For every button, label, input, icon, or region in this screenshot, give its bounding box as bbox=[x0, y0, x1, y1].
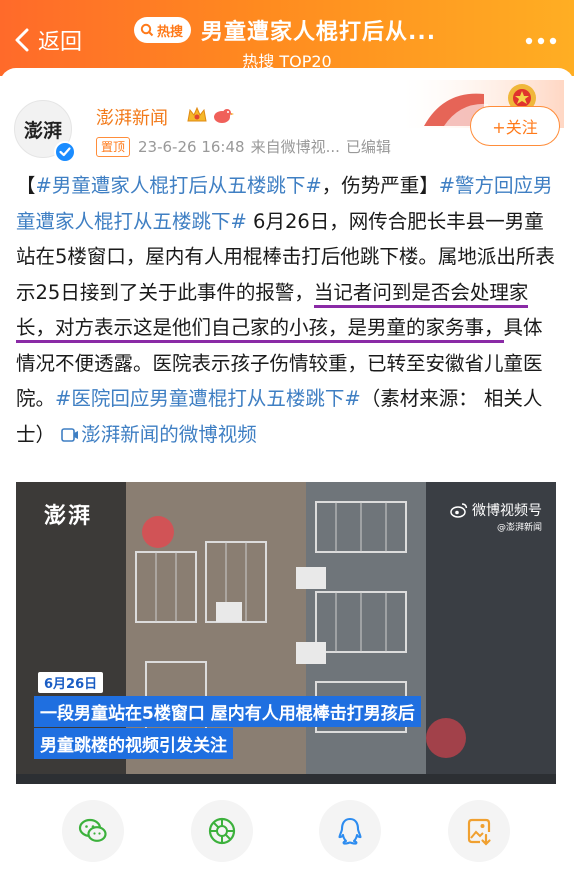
post-card: 澎湃 澎湃新闻 +关注 置顶 23-6-26 16:48 来自微博视... 已编… bbox=[0, 68, 574, 887]
weibo-icon bbox=[450, 503, 468, 518]
post-meta: 置顶 23-6-26 16:48 来自微博视... 已编辑 bbox=[96, 136, 391, 157]
save-image-button[interactable] bbox=[448, 800, 510, 862]
video-watermark-logo: 澎湃 bbox=[44, 503, 93, 529]
hot-badge-label: 热搜 bbox=[157, 24, 184, 40]
crown-icon bbox=[187, 106, 207, 122]
save-image-icon bbox=[467, 818, 491, 846]
video-icon bbox=[61, 427, 79, 442]
video-link-label: 澎湃新闻的微博视频 bbox=[81, 422, 257, 446]
hashtag-link[interactable]: #医院回应男童遭棍打从五楼跳下# bbox=[55, 387, 361, 410]
follow-button[interactable]: +关注 bbox=[470, 106, 560, 146]
moments-icon bbox=[208, 817, 236, 845]
video-link[interactable]: 澎湃新闻的微博视频 bbox=[61, 423, 257, 446]
share-wechat-button[interactable] bbox=[62, 800, 124, 862]
wechat-icon bbox=[78, 818, 107, 842]
share-moments-button[interactable] bbox=[191, 800, 253, 862]
underlined-text: 是他们自己家的小孩，是男童的家务事， bbox=[152, 316, 504, 343]
account-name[interactable]: 澎湃新闻 bbox=[96, 104, 168, 130]
video-caption-line-2: 男童跳楼的视频引发关注 bbox=[34, 728, 233, 759]
post-timestamp: 23-6-26 16:48 bbox=[138, 137, 245, 156]
weibo-video-watermark: 微博视频号 bbox=[450, 500, 542, 520]
verified-icon bbox=[54, 141, 76, 163]
video-player[interactable]: 澎湃 微博视频号 @澎湃新闻 6月26日 一段男童站在5楼窗口 屋内有人用棍棒击… bbox=[16, 482, 556, 784]
hot-search-badge: 热搜 bbox=[134, 17, 192, 43]
top-bar: 返回 热搜 男童遭家人棍打后从... 热搜 TOP20 bbox=[0, 0, 574, 76]
post-source[interactable]: 来自微博视... bbox=[251, 136, 340, 157]
title-row: 热搜 男童遭家人棍打后从... bbox=[134, 14, 436, 46]
qq-icon bbox=[338, 817, 362, 845]
post-text: 【#男童遭家人棍打后从五楼跳下#，伤势严重】#警方回应男童遭家人棍打从五楼跳下#… bbox=[16, 168, 560, 452]
hashtag-link[interactable]: #男童遭家人棍打后从五楼跳下# bbox=[36, 174, 322, 197]
weibo-video-label: 微博视频号 bbox=[472, 503, 542, 519]
page-title: 男童遭家人棍打后从... bbox=[201, 20, 437, 45]
share-bar bbox=[0, 786, 574, 886]
more-icon[interactable] bbox=[524, 36, 558, 46]
share-qq-button[interactable] bbox=[319, 800, 381, 862]
video-caption-line-1: 一段男童站在5楼窗口 屋内有人用棍棒击打男孩后 bbox=[34, 696, 421, 727]
text-segment: 【 bbox=[16, 174, 36, 197]
weibo-video-handle: @澎湃新闻 bbox=[496, 523, 542, 533]
video-date-tag: 6月26日 bbox=[38, 672, 104, 693]
pinned-badge: 置顶 bbox=[96, 136, 131, 157]
edited-label: 已编辑 bbox=[345, 138, 391, 156]
search-icon bbox=[140, 23, 154, 37]
bird-badge-icon bbox=[214, 109, 234, 123]
avatar-text: 澎湃 bbox=[23, 119, 62, 142]
text-segment: ，伤势严重】 bbox=[321, 174, 439, 197]
